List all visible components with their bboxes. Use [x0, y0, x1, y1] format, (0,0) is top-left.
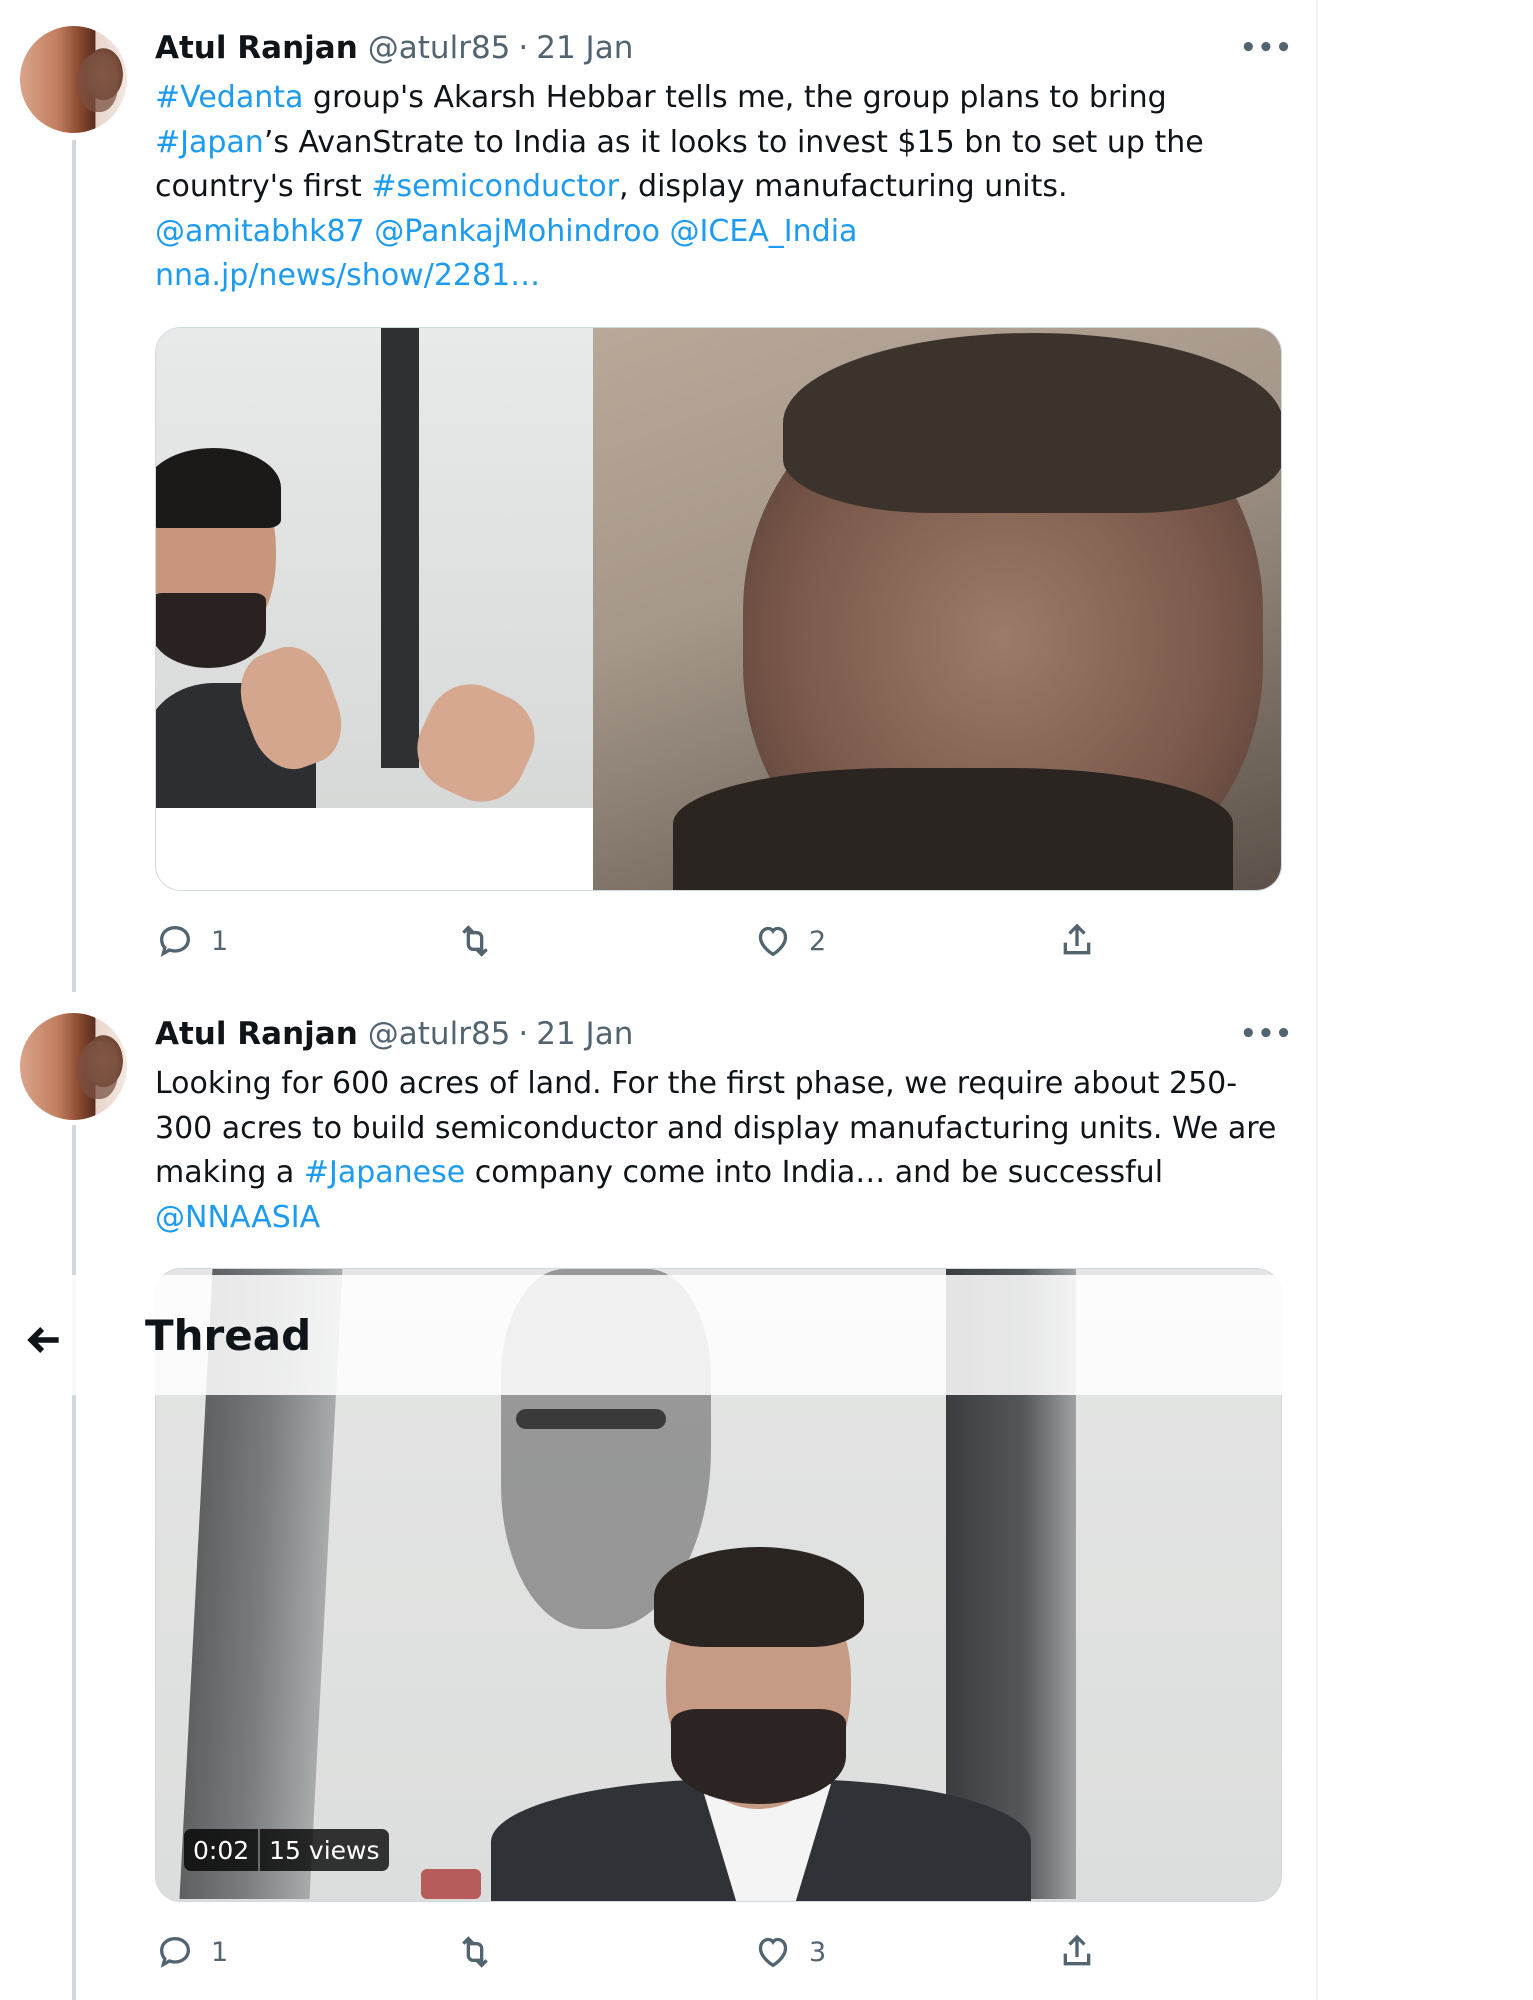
- video-tile-right: [593, 328, 1281, 890]
- page-title: Thread: [145, 1311, 312, 1360]
- tweet-text: Looking for 600 acres of land. For the f…: [155, 1062, 1285, 1240]
- heart-icon: [758, 1937, 788, 1968]
- reply-button[interactable]: 1: [155, 1932, 228, 1972]
- tweet-link[interactable]: @ICEA_India: [670, 214, 858, 249]
- like-count: 2: [809, 925, 827, 957]
- separator: ·: [518, 1016, 529, 1052]
- author-handle[interactable]: @atulr85: [368, 30, 511, 66]
- retweet-button[interactable]: [455, 1932, 511, 1972]
- tweet-text-segment: [365, 214, 375, 249]
- tweet-header: Atul Ranjan @atulr85 · 21 Jan: [155, 30, 633, 66]
- tweet-link[interactable]: #Japan: [155, 125, 264, 160]
- author-handle[interactable]: @atulr85: [368, 1016, 511, 1052]
- thread-connector: [72, 140, 76, 992]
- heart-icon: [758, 926, 788, 957]
- share-button[interactable]: [1057, 1932, 1097, 1972]
- more-options-icon[interactable]: •••: [1240, 33, 1293, 63]
- reply-count: 1: [211, 1936, 229, 1968]
- like-count: 3: [809, 1936, 827, 1968]
- avatar[interactable]: [20, 26, 127, 133]
- tweet-actions: 1 2: [155, 921, 1155, 961]
- tweet-date[interactable]: 21 Jan: [536, 1016, 633, 1052]
- like-button[interactable]: 3: [753, 1932, 826, 1972]
- tweet-text-segment: group's Akarsh Hebbar tells me, the grou…: [312, 80, 1167, 115]
- tweet-header: Atul Ranjan @atulr85 · 21 Jan: [155, 1016, 633, 1052]
- tweet-text: #Vedanta group's Akarsh Hebbar tells me,…: [155, 76, 1285, 299]
- separator: ·: [518, 30, 529, 66]
- reply-button[interactable]: 1: [155, 921, 228, 961]
- tweet-date[interactable]: 21 Jan: [536, 30, 633, 66]
- author-name[interactable]: Atul Ranjan: [155, 1016, 358, 1052]
- tweet-link[interactable]: #Japanese: [304, 1155, 465, 1190]
- reply-count: 1: [211, 925, 229, 957]
- tweet-link[interactable]: @PankajMohindroo: [374, 214, 660, 249]
- more-options-icon[interactable]: •••: [1240, 1019, 1293, 1049]
- tweet-actions: 1 3: [155, 1932, 1155, 1972]
- tweet-text-segment: company come into India… and be successf…: [474, 1155, 1164, 1190]
- thread-connector: [72, 1125, 76, 2000]
- arrow-left-icon: [27, 1327, 59, 1353]
- tweet-link[interactable]: #Vedanta: [155, 80, 303, 115]
- video-views: 15 views: [258, 1829, 389, 1871]
- back-button[interactable]: [22, 1318, 66, 1362]
- retweet-icon: [462, 1936, 488, 1968]
- video-stats-badge: 0:02 15 views: [184, 1829, 389, 1871]
- video-duration: 0:02: [184, 1829, 259, 1871]
- tweet-link[interactable]: nna.jp/news/show/2281…: [155, 258, 540, 293]
- tweet-link[interactable]: @NNAASIA: [155, 1200, 320, 1235]
- video-tile-left: [156, 328, 593, 823]
- tweet-text-segment: , display manufacturing units.: [618, 169, 1068, 204]
- avatar[interactable]: [20, 1013, 127, 1120]
- share-button[interactable]: [1057, 921, 1097, 961]
- reply-icon: [159, 1936, 191, 1968]
- share-icon: [1063, 923, 1091, 955]
- tweet-link[interactable]: @amitabhk87: [155, 214, 365, 249]
- like-button[interactable]: 2: [753, 921, 826, 961]
- retweet-icon: [462, 925, 488, 957]
- share-icon: [1063, 1934, 1091, 1966]
- tweet-link[interactable]: #semiconductor: [371, 169, 619, 204]
- retweet-button[interactable]: [455, 921, 511, 961]
- column-border: [1316, 0, 1318, 2000]
- author-name[interactable]: Atul Ranjan: [155, 30, 358, 66]
- tweet-media[interactable]: [155, 327, 1282, 891]
- reply-icon: [159, 925, 191, 957]
- tweet-text-segment: [660, 214, 670, 249]
